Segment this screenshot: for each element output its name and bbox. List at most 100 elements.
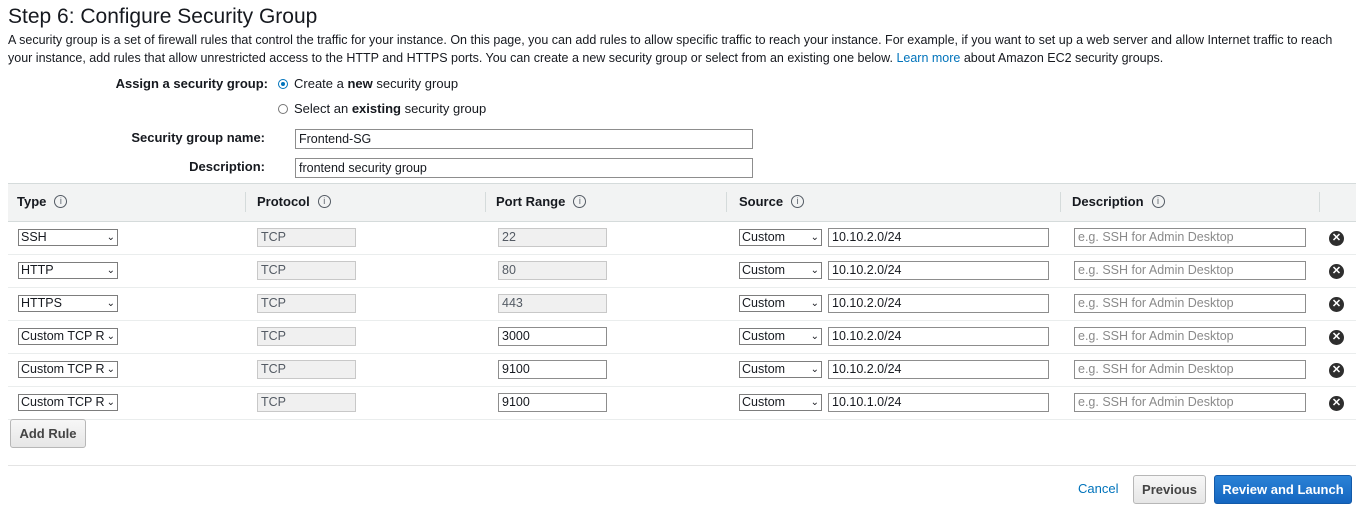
chevron-down-icon: ⌄ — [105, 230, 115, 245]
rule-source-type-select[interactable]: Custom ⌄ — [739, 328, 822, 345]
rules-table: Type i Protocol i Port Range i Source i Desc… — [8, 183, 1356, 420]
table-row: Custom TCP R ⌄ TCP 9100 Custom ⌄ 10.10.2… — [8, 354, 1356, 387]
rule-source-type-select[interactable]: Custom ⌄ — [739, 295, 822, 312]
table-row: HTTP ⌄ TCP 80 Custom ⌄ 10.10.2.0/24 e.g.… — [8, 255, 1356, 288]
info-icon[interactable]: i — [54, 195, 68, 208]
chevron-down-icon: ⌄ — [809, 329, 819, 344]
table-row: HTTPS ⌄ TCP 443 Custom ⌄ 10.10.2.0/24 e.… — [8, 288, 1356, 321]
rule-source-type-select[interactable]: Custom ⌄ — [739, 361, 822, 378]
table-row: Custom TCP R ⌄ TCP 9100 Custom ⌄ 10.10.1… — [8, 387, 1356, 420]
rule-source-type-value: Custom — [742, 395, 786, 409]
add-rule-button[interactable]: Add Rule — [10, 419, 86, 448]
rule-source-cidr-input[interactable]: 10.10.1.0/24 — [828, 393, 1049, 412]
rule-type-value: SSH — [21, 230, 47, 244]
delete-rule-icon[interactable]: ✕ — [1329, 330, 1344, 345]
rule-type-select[interactable]: Custom TCP R ⌄ — [18, 328, 118, 345]
assign-label: Assign a security group: — [115, 76, 268, 91]
intro-text-after: about Amazon EC2 security groups. — [963, 51, 1164, 65]
rules-table-header: Type i Protocol i Port Range i Source i Desc… — [8, 183, 1356, 222]
rule-source-type-select[interactable]: Custom ⌄ — [739, 394, 822, 411]
rule-source-type-select[interactable]: Custom ⌄ — [739, 229, 822, 246]
footer-divider — [8, 465, 1356, 466]
col-divider — [245, 192, 246, 212]
col-divider — [726, 192, 727, 212]
rule-source-type-value: Custom — [742, 296, 786, 310]
info-icon[interactable]: i — [1151, 195, 1165, 208]
rule-type-value: Custom TCP R — [21, 329, 105, 343]
rule-description-input[interactable]: e.g. SSH for Admin Desktop — [1074, 393, 1306, 412]
rule-port-range-field: 22 — [498, 228, 607, 247]
rule-description-input[interactable]: e.g. SSH for Admin Desktop — [1074, 228, 1306, 247]
rule-port-range-field[interactable]: 3000 — [498, 327, 607, 346]
rule-type-value: HTTPS — [21, 296, 62, 310]
rule-protocol-field: TCP — [257, 261, 356, 280]
info-icon[interactable]: i — [791, 195, 805, 208]
chevron-down-icon: ⌄ — [809, 362, 819, 377]
rule-type-select[interactable]: Custom TCP R ⌄ — [18, 394, 118, 411]
rule-source-type-value: Custom — [742, 263, 786, 277]
learn-more-link[interactable]: Learn more — [896, 51, 960, 65]
delete-rule-icon[interactable]: ✕ — [1329, 396, 1344, 411]
sg-name-label: Security group name: — [131, 130, 265, 145]
rule-source-cidr-input[interactable]: 10.10.2.0/24 — [828, 327, 1049, 346]
cancel-link[interactable]: Cancel — [1078, 481, 1118, 496]
rule-source-cidr-input[interactable]: 10.10.2.0/24 — [828, 228, 1049, 247]
sg-description-input[interactable]: frontend security group — [295, 158, 753, 178]
rule-type-select[interactable]: SSH ⌄ — [18, 229, 118, 246]
col-header-port-range: Port Range i — [496, 194, 587, 209]
chevron-down-icon: ⌄ — [809, 263, 819, 278]
rule-port-range-field: 443 — [498, 294, 607, 313]
rule-description-input[interactable]: e.g. SSH for Admin Desktop — [1074, 360, 1306, 379]
chevron-down-icon: ⌄ — [809, 230, 819, 245]
radio-create-new[interactable]: Create a new security group — [278, 76, 458, 91]
table-row: Custom TCP R ⌄ TCP 3000 Custom ⌄ 10.10.2… — [8, 321, 1356, 354]
chevron-down-icon: ⌄ — [105, 362, 115, 377]
rule-source-cidr-input[interactable]: 10.10.2.0/24 — [828, 360, 1049, 379]
rule-protocol-field: TCP — [257, 360, 356, 379]
radio-create-new-label: Create a new security group — [294, 76, 459, 91]
rule-port-range-field[interactable]: 9100 — [498, 393, 607, 412]
rule-type-value: Custom TCP R — [21, 395, 105, 409]
col-header-protocol: Protocol i — [257, 194, 331, 209]
page-title: Step 6: Configure Security Group — [8, 5, 318, 28]
info-icon[interactable]: i — [317, 195, 331, 208]
rule-description-input[interactable]: e.g. SSH for Admin Desktop — [1074, 294, 1306, 313]
rule-description-input[interactable]: e.g. SSH for Admin Desktop — [1074, 327, 1306, 346]
rule-type-select[interactable]: Custom TCP R ⌄ — [18, 361, 118, 378]
chevron-down-icon: ⌄ — [105, 329, 115, 344]
rule-protocol-field: TCP — [257, 294, 356, 313]
rule-protocol-field: TCP — [257, 228, 356, 247]
chevron-down-icon: ⌄ — [809, 395, 819, 410]
rule-port-range-field[interactable]: 9100 — [498, 360, 607, 379]
col-header-description: Description i — [1072, 194, 1165, 209]
rule-protocol-field: TCP — [257, 393, 356, 412]
delete-rule-icon[interactable]: ✕ — [1329, 363, 1344, 378]
rule-protocol-field: TCP — [257, 327, 356, 346]
rules-table-body: SSH ⌄ TCP 22 Custom ⌄ 10.10.2.0/24 e.g. … — [8, 222, 1356, 420]
rule-port-range-field: 80 — [498, 261, 607, 280]
rule-type-select[interactable]: HTTP ⌄ — [18, 262, 118, 279]
chevron-down-icon: ⌄ — [809, 296, 819, 311]
rule-source-cidr-input[interactable]: 10.10.2.0/24 — [828, 261, 1049, 280]
review-and-launch-button[interactable]: Review and Launch — [1214, 475, 1352, 504]
info-icon[interactable]: i — [573, 195, 587, 208]
radio-select-existing-indicator[interactable] — [278, 103, 288, 114]
rule-type-select[interactable]: HTTPS ⌄ — [18, 295, 118, 312]
delete-rule-icon[interactable]: ✕ — [1329, 264, 1344, 279]
radio-create-new-indicator[interactable] — [278, 78, 288, 89]
chevron-down-icon: ⌄ — [105, 395, 115, 410]
rule-description-input[interactable]: e.g. SSH for Admin Desktop — [1074, 261, 1306, 280]
table-row: SSH ⌄ TCP 22 Custom ⌄ 10.10.2.0/24 e.g. … — [8, 222, 1356, 255]
col-header-type: Type i — [17, 194, 68, 209]
radio-select-existing[interactable]: Select an existing security group — [278, 101, 486, 116]
col-divider — [1060, 192, 1061, 212]
delete-rule-icon[interactable]: ✕ — [1329, 297, 1344, 312]
col-header-source: Source i — [739, 194, 805, 209]
sg-description-label: Description: — [189, 159, 265, 174]
rule-source-cidr-input[interactable]: 10.10.2.0/24 — [828, 294, 1049, 313]
previous-button[interactable]: Previous — [1133, 475, 1206, 504]
radio-select-existing-label: Select an existing security group — [294, 101, 487, 116]
rule-source-type-select[interactable]: Custom ⌄ — [739, 262, 822, 279]
sg-name-input[interactable]: Frontend-SG — [295, 129, 753, 149]
delete-rule-icon[interactable]: ✕ — [1329, 231, 1344, 246]
